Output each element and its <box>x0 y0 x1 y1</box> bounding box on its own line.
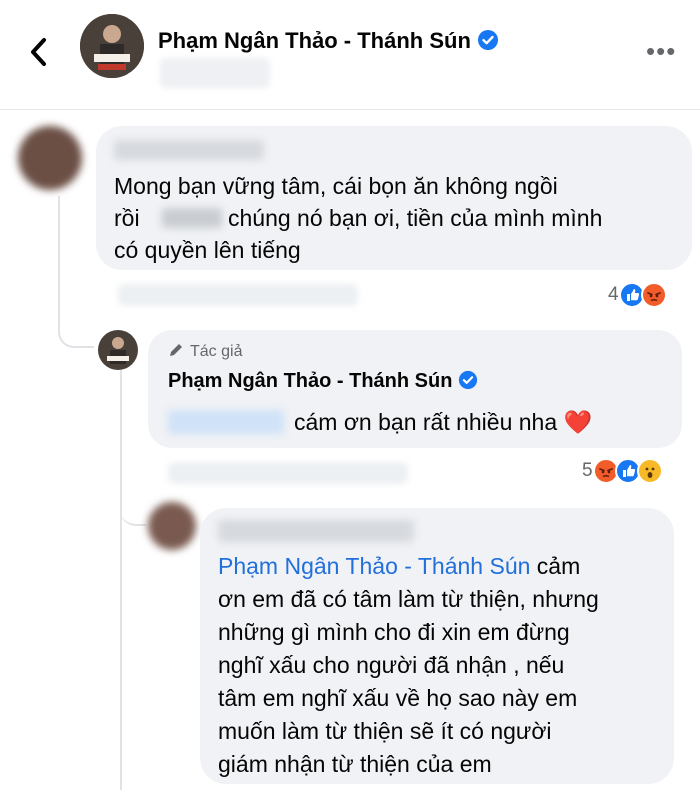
author-name[interactable]: Phạm Ngân Thảo - Thánh Sún <box>168 370 478 396</box>
wow-icon <box>636 458 663 484</box>
comment-line: rồi <box>114 205 140 231</box>
page-name[interactable]: Phạm Ngân Thảo - Thánh Sún <box>158 28 499 57</box>
comment-line: nghĩ xấu cho người đã nhận , nếu <box>218 652 565 678</box>
author-avatar[interactable] <box>98 330 138 370</box>
author-badge: Tác giả <box>168 342 242 361</box>
reaction-count: 5 <box>582 460 593 481</box>
author-name-text[interactable]: Phạm Ngân Thảo - Thánh Sún <box>168 370 452 392</box>
reply-thread-line <box>120 370 122 790</box>
reaction-summary[interactable]: 5 <box>582 456 663 486</box>
comment-line: những gì mình cho đi xin em đừng <box>218 619 570 645</box>
commenter-name-blurred[interactable] <box>218 520 414 542</box>
post-header: Phạm Ngân Thảo - Thánh Sún ••• <box>0 0 700 110</box>
comment-line: Phạm Ngân Thảo - Thánh Sún cảm <box>218 548 580 584</box>
heart-emoji-icon: ❤️ <box>563 409 593 435</box>
reply-thread-line <box>58 196 94 348</box>
comment-bubble: Mong bạn vững tâm, cái bọn ăn không ngồi… <box>96 126 692 270</box>
post-time-blurred <box>160 58 270 88</box>
comment-line: có quyền lên tiếng <box>114 237 301 263</box>
more-options-icon[interactable]: ••• <box>646 38 676 64</box>
comment-line: Mong bạn vững tâm, cái bọn ăn không ngồi <box>114 173 558 199</box>
verified-badge-icon <box>477 29 499 57</box>
angry-icon <box>640 282 667 308</box>
reaction-count: 4 <box>608 284 619 305</box>
comment-actions-blurred[interactable] <box>118 284 358 306</box>
commenter-avatar[interactable] <box>148 502 196 550</box>
mention-link[interactable]: Phạm Ngân Thảo - Thánh Sún <box>218 553 530 579</box>
commenter-avatar[interactable] <box>18 126 82 190</box>
reply-thread-line <box>120 460 146 526</box>
author-badge-label: Tác giả <box>190 343 243 360</box>
comment-line: giám nhận từ thiện của em <box>218 751 492 777</box>
pencil-icon <box>170 344 182 356</box>
verified-badge-icon <box>458 370 478 396</box>
reaction-summary[interactable]: 4 <box>608 280 667 310</box>
author-reply-bubble: Tác giả Phạm Ngân Thảo - Thánh Sún cám ơ… <box>148 330 682 448</box>
comment-line: muốn làm từ thiện sẽ ít có người <box>218 718 552 744</box>
comment-line: chúng nó bạn ơi, tiền của mình mình <box>228 205 603 231</box>
reply-text: cám ơn bạn rất nhiều nha ❤️ <box>294 404 592 440</box>
back-chevron-icon[interactable] <box>24 32 56 72</box>
mention-blurred[interactable] <box>168 410 284 434</box>
page-avatar[interactable] <box>80 14 144 78</box>
commenter-name-blurred[interactable] <box>114 140 264 160</box>
comment-bubble: Phạm Ngân Thảo - Thánh Sún cảm ơn em đã … <box>200 508 674 784</box>
comment-line: ơn em đã có tâm làm từ thiện, nhưng <box>218 586 599 612</box>
reply-actions-blurred[interactable] <box>168 462 408 484</box>
redacted-text <box>162 208 222 228</box>
comment-line: tâm em nghĩ xấu về họ sao này em <box>218 685 578 711</box>
reply-text-body: cám ơn bạn rất nhiều nha <box>294 409 558 435</box>
page-name-text[interactable]: Phạm Ngân Thảo - Thánh Sún <box>158 28 471 53</box>
comment-line-text: cảm <box>530 553 581 579</box>
